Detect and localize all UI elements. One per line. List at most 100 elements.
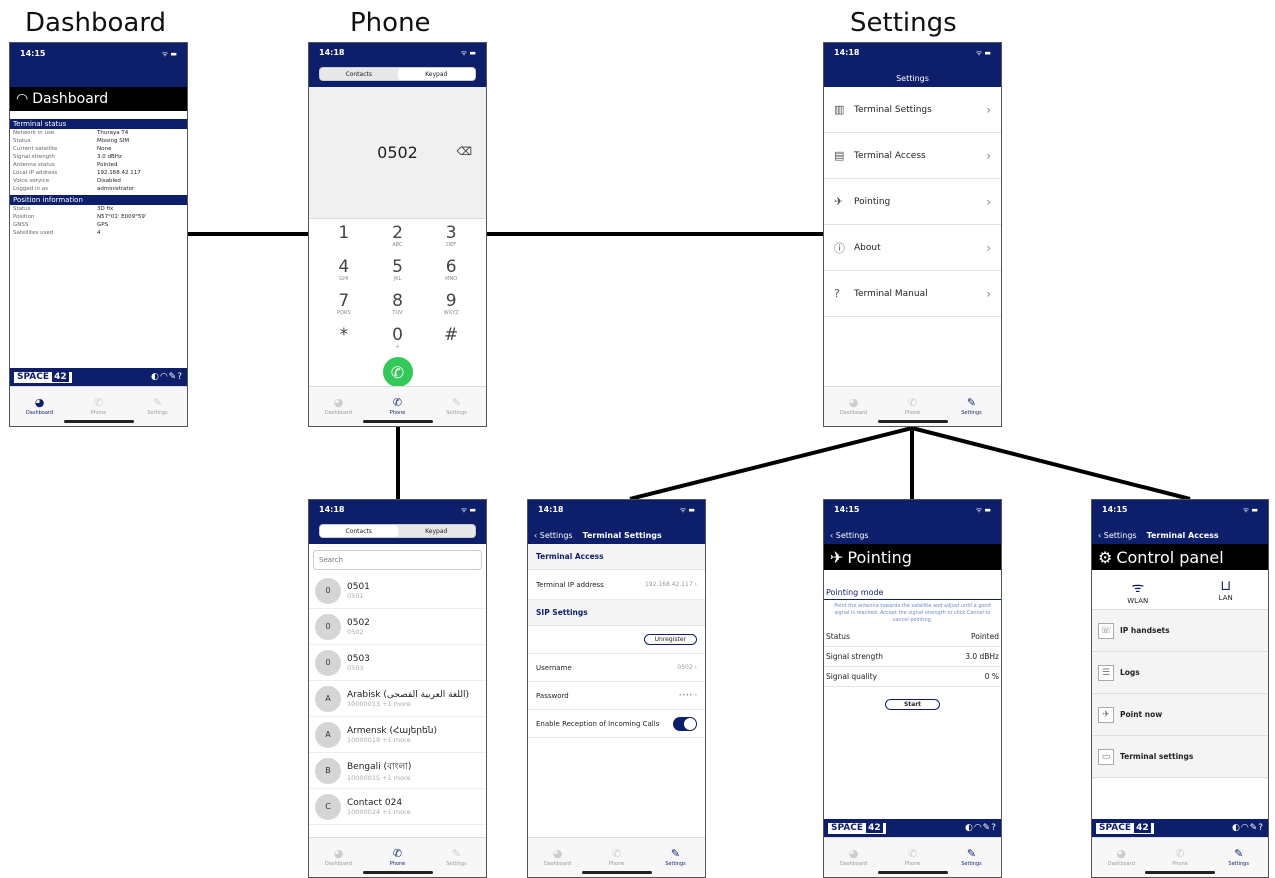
pointing-title: Pointing [847, 547, 912, 567]
battery-icon: ᯤ ▬ [460, 506, 476, 514]
settings-item-terminal-access[interactable]: ▤ Terminal Access › [824, 133, 1001, 179]
key-button[interactable]: 3 DEF [424, 219, 478, 253]
space42-logo: SPACE 42 [828, 822, 886, 834]
username-row[interactable]: Username 0502 › [528, 654, 705, 682]
tab-dashboard[interactable]: ◕ Dashboard [528, 838, 587, 877]
password-row[interactable]: Password •••• › [528, 682, 705, 710]
contact-row[interactable]: A Arabisk (اللغة العربية الفصحى) 10000013 … [309, 681, 486, 717]
battery-icon: ᯤ ▬ [161, 50, 177, 58]
contact-name: 0502 [347, 617, 370, 628]
incoming-calls-toggle[interactable] [673, 716, 697, 731]
screen-settings: 14:18 ᯤ ▬ Settings ▥ Terminal Settings › ▤… [823, 42, 1002, 427]
phone-icon: ✆ [392, 847, 403, 860]
segmented-control: Contacts Keypad [319, 67, 476, 81]
status-row: Antenna status Pointed [10, 161, 187, 169]
key-button[interactable]: 2 ABC [371, 219, 425, 253]
phone-icon: ✆ [390, 362, 405, 382]
position-row: GNSS GPS [10, 221, 187, 229]
dashboard-header: ◠ Dashboard [10, 87, 187, 111]
key-digit: 6 [445, 256, 457, 277]
cp-item-logs[interactable]: ☰ Logs [1092, 652, 1268, 694]
status-time: 14:18 [538, 505, 564, 514]
key-button[interactable]: 9 WXYZ [424, 287, 478, 321]
key-button[interactable]: 6 MNO [424, 253, 478, 287]
gears-icon: ⚙ [1098, 547, 1113, 567]
tab-settings[interactable]: ✎ Settings [427, 387, 486, 426]
position-row-value: 4 [97, 230, 101, 236]
chevron-left-icon: ‹ [830, 531, 834, 540]
key-button[interactable]: * [317, 321, 371, 355]
settings-item-about[interactable]: ⓘ About › [824, 225, 1001, 271]
contact-row[interactable]: 0 0503 0503 [309, 645, 486, 681]
tab-settings[interactable]: ✎ Settings [942, 838, 1001, 877]
unregister-button[interactable]: Unregister [643, 634, 697, 645]
pointing-description: Point the antenna towards the satellite … [834, 603, 991, 623]
tab-dashboard[interactable]: ◕ Dashboard [309, 838, 368, 877]
status-row-value: 192.168.42.117 [97, 170, 141, 176]
tab-dashboard[interactable]: ◕ Dashboard [309, 387, 368, 426]
contact-number: 0502 [347, 627, 364, 636]
call-button[interactable]: ✆ [382, 357, 413, 387]
ip-address-label: Terminal IP address [536, 580, 604, 589]
seg-keypad[interactable]: Keypad [397, 68, 475, 80]
back-button[interactable]: ‹ Settings [534, 531, 573, 540]
settings-item-terminal-manual[interactable]: ? Terminal Manual › [824, 271, 1001, 317]
seg-keypad[interactable]: Keypad [398, 525, 476, 537]
cp-item-terminal-settings[interactable]: ▭ Terminal settings [1092, 736, 1268, 778]
status-row-label: Voice service [13, 178, 50, 184]
brand-bar: SPACE 42 ◐◠✎? [10, 368, 187, 386]
key-button[interactable]: 7 PQRS [317, 287, 371, 321]
home-indicator [1145, 871, 1215, 874]
back-button[interactable]: ‹ Settings [1098, 531, 1137, 540]
contact-row[interactable]: 0 0502 0502 [309, 609, 486, 645]
cp-item-ip-handsets[interactable]: ☏ IP handsets [1092, 610, 1268, 652]
tab-settings[interactable]: ✎ Settings [646, 838, 705, 877]
seg-contacts[interactable]: Contacts [320, 68, 398, 80]
position-info-header: Position information [10, 195, 187, 205]
key-button[interactable]: 1 [317, 219, 371, 253]
lan-item[interactable]: ⊔ LAN [1219, 578, 1233, 605]
wlan-item[interactable]: ᯤ WLAN [1127, 578, 1148, 605]
contact-row[interactable]: A Armensk (Հայերեն) 10000018 +1 more [309, 717, 486, 753]
status-icons: ◐◠✎? [1231, 823, 1264, 833]
terminal-access-header: Terminal Access [528, 544, 705, 570]
contact-row[interactable]: 0 0501 0501 [309, 573, 486, 609]
tab-dashboard[interactable]: ◕ Dashboard [10, 387, 69, 426]
key-letters: TUV [392, 309, 403, 316]
back-button[interactable]: ‹ Settings [830, 531, 869, 540]
start-button[interactable]: Start [884, 699, 941, 710]
contact-row[interactable]: C Contact 024 10000024 +1 more [309, 789, 486, 825]
key-button[interactable]: 5 JKL [371, 253, 425, 287]
cp-item-point-now[interactable]: ✈ Point now [1092, 694, 1268, 736]
space42-logo: SPACE 42 [14, 371, 72, 383]
ip-address-row[interactable]: Terminal IP address 192.168.42.117 › [528, 570, 705, 600]
seg-contacts[interactable]: Contacts [320, 525, 398, 537]
key-button[interactable]: 0 + [371, 321, 425, 355]
contact-name: 0501 [347, 581, 370, 592]
key-button[interactable]: 4 GHI [317, 253, 371, 287]
key-digit: 7 [338, 290, 350, 311]
status-row-label: Local IP address [13, 170, 58, 176]
tab-settings[interactable]: ✎ Settings [427, 838, 486, 877]
tab-settings[interactable]: ✎ Settings [942, 387, 1001, 426]
wifi-icon: ᯤ [1131, 580, 1145, 596]
search-input[interactable] [313, 550, 482, 570]
key-button[interactable]: # [424, 321, 478, 355]
tab-dashboard[interactable]: ◕ Dashboard [1092, 838, 1151, 877]
contact-row[interactable]: B Bengali (বাংলা) 10000015 +1 more [309, 753, 486, 789]
status-row-value: None [97, 146, 112, 152]
backspace-icon[interactable]: ⌫ [456, 145, 472, 158]
settings-item-pointing[interactable]: ✈ Pointing › [824, 179, 1001, 225]
key-button[interactable]: 8 TUV [371, 287, 425, 321]
contact-number: 10000024 +1 more [347, 807, 411, 816]
position-row: Status 3D fix [10, 205, 187, 213]
tab-settings[interactable]: ✎ Settings [1209, 838, 1268, 877]
status-row-label: Network in use [13, 130, 55, 136]
contact-text: Armensk (Հայերեն) 10000018 +1 more [347, 726, 437, 744]
contact-number: 0503 [347, 663, 364, 672]
settings-item-terminal-settings[interactable]: ▥ Terminal Settings › [824, 87, 1001, 133]
tab-dashboard[interactable]: ◕ Dashboard [824, 838, 883, 877]
satellite-icon: ✈ [834, 195, 844, 208]
tab-dashboard[interactable]: ◕ Dashboard [824, 387, 883, 426]
tab-settings[interactable]: ✎ Settings [128, 387, 187, 426]
